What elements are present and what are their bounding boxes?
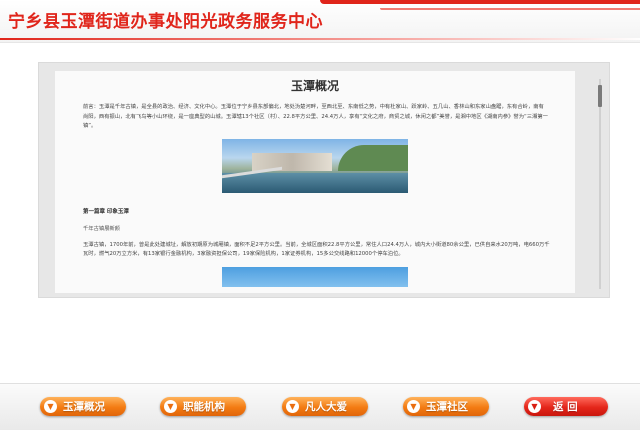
scrollbar-track[interactable] bbox=[599, 79, 601, 289]
article: 玉潭概况 前言：玉潭是千年古镇，是全县的政治、经济、文化中心。玉潭位于宁乡县东部… bbox=[55, 71, 575, 293]
header-decoration bbox=[310, 0, 640, 36]
nav-button-people[interactable]: ▼ 凡人大爱 bbox=[282, 397, 368, 416]
chevron-down-circle-icon: ▼ bbox=[528, 400, 541, 413]
header-divider bbox=[0, 38, 640, 40]
panorama-image bbox=[222, 138, 408, 193]
nav-button-label: 玉潭社区 bbox=[426, 401, 468, 413]
article-body: 玉潭古镇，1700年前，曾是此处建城址，解放初期原为城厢镇，面积不足2平方公里。… bbox=[83, 241, 550, 258]
nav-button-departments[interactable]: ▼ 职能机构 bbox=[160, 397, 246, 416]
chevron-down-circle-icon: ▼ bbox=[286, 400, 299, 413]
nav-button-overview[interactable]: ▼ 玉潭概况 bbox=[40, 397, 126, 416]
sky-image bbox=[222, 266, 408, 287]
bottom-navigation: ▼ 玉潭概况 ▼ 职能机构 ▼ 凡人大爱 ▼ 玉潭社区 ▼ 返 回 bbox=[0, 383, 640, 430]
article-intro: 前言：玉潭是千年古镇，是全县的政治、经济、文化中心。玉潭位于宁乡县东部偏北，地处… bbox=[83, 104, 548, 129]
chevron-down-circle-icon: ▼ bbox=[407, 400, 420, 413]
chevron-down-circle-icon: ▼ bbox=[44, 400, 57, 413]
vertical-scrollbar[interactable] bbox=[595, 79, 605, 293]
page-title: 宁乡县玉潭街道办事处阳光政务服务中心 bbox=[8, 12, 323, 32]
section-subheading: 千年古镇展新颜 bbox=[83, 225, 121, 232]
article-title: 玉潭概况 bbox=[290, 79, 339, 93]
article-scroll-area[interactable]: 玉潭概况 前言：玉潭是千年古镇，是全县的政治、经济、文化中心。玉潭位于宁乡县东部… bbox=[39, 63, 595, 297]
back-button-label: 返 回 bbox=[553, 401, 578, 413]
chevron-down-circle-icon: ▼ bbox=[164, 400, 177, 413]
scrollbar-thumb[interactable] bbox=[598, 85, 602, 107]
back-button[interactable]: ▼ 返 回 bbox=[524, 397, 608, 416]
header-bar: 宁乡县玉潭街道办事处阳光政务服务中心 bbox=[0, 0, 640, 43]
nav-button-label: 玉潭概况 bbox=[63, 401, 105, 413]
section-heading: 第一篇章 印象玉潭 bbox=[83, 208, 129, 215]
content-panel: 玉潭概况 前言：玉潭是千年古镇，是全县的政治、经济、文化中心。玉潭位于宁乡县东部… bbox=[38, 62, 610, 298]
nav-button-label: 凡人大爱 bbox=[305, 401, 347, 413]
nav-button-label: 职能机构 bbox=[183, 401, 225, 413]
nav-button-community[interactable]: ▼ 玉潭社区 bbox=[403, 397, 489, 416]
